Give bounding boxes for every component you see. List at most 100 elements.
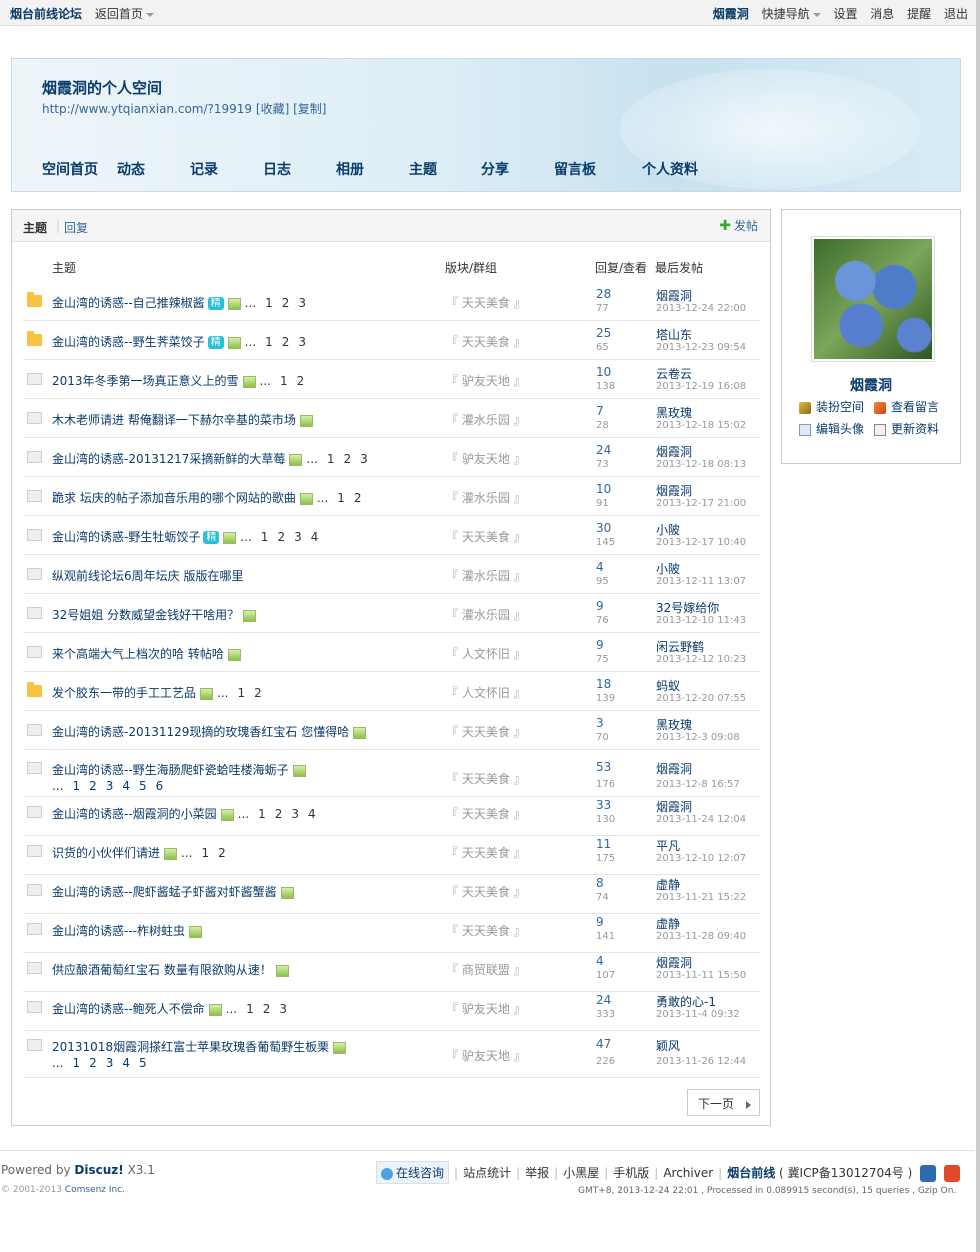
page-link[interactable]: 1 [265,335,273,349]
page-link[interactable]: 5 [139,1056,147,1070]
reply-count[interactable]: 9 [596,638,604,652]
tab-topics[interactable]: 主题 [23,219,47,236]
page-link[interactable]: 1 [258,807,266,821]
page-link[interactable]: 1 [72,1056,80,1070]
forum-link[interactable]: 『 天天美食 』 [446,770,526,787]
last-poster-link[interactable]: 平凡 [656,837,680,854]
reply-count[interactable]: 4 [596,560,604,574]
last-poster-link[interactable]: 烟霞洞 [656,760,692,777]
page-link[interactable]: 2 [282,296,290,310]
page-link[interactable]: 2 [282,335,290,349]
decorate-space-link[interactable]: 装扮空间 [799,398,864,415]
forum-link[interactable]: 『 人文怀旧 』 [446,645,526,662]
reply-count[interactable]: 28 [596,287,611,301]
reply-count[interactable]: 3 [596,716,604,730]
page-link[interactable]: ... [240,530,251,544]
forum-link[interactable]: 『 驴友天地 』 [446,450,526,467]
topic-link[interactable]: 金山湾的诱惑--野生荠菜饺子 [52,335,205,349]
last-post-time[interactable]: 2013-12-3 09:08 [656,732,740,743]
nav-topics[interactable]: 主题 [409,159,481,179]
reply-count[interactable]: 24 [596,993,611,1007]
last-poster-link[interactable]: 烟霞洞 [656,443,692,460]
topic-link[interactable]: 金山湾的诱惑--烟霞洞的小菜园 [52,807,217,821]
last-post-time[interactable]: 2013-12-17 21:00 [656,498,746,509]
page-link[interactable]: ... [52,779,63,793]
page-link[interactable]: 1 [246,1002,254,1016]
reply-count[interactable]: 24 [596,443,611,457]
back-home-link[interactable]: 返回首页 [95,7,154,21]
forum-link[interactable]: 『 灌水乐园 』 [446,411,526,428]
edit-avatar-link[interactable]: 编辑头像 [799,420,864,437]
update-profile-link[interactable]: 更新资料 [874,420,939,437]
view-messages-link[interactable]: 查看留言 [874,398,939,415]
page-link[interactable]: 3 [298,335,306,349]
forum-link[interactable]: 『 天天美食 』 [446,294,526,311]
space-title[interactable]: 烟霞洞的个人空间 [42,77,162,98]
avatar[interactable] [811,236,935,362]
last-poster-link[interactable]: 黑玫瑰 [656,404,692,421]
topic-link[interactable]: 纵观前线论坛6周年坛庆 版版在哪里 [52,569,243,583]
reminders-link[interactable]: 提醒 [907,7,931,21]
reply-count[interactable]: 8 [596,876,604,890]
last-poster-link[interactable]: 烟霞洞 [656,287,692,304]
topic-link[interactable]: 木木老师请进 帮俺翻译一下赫尔辛基的菜市场 [52,413,296,427]
last-post-time[interactable]: 2013-12-19 16:08 [656,381,746,392]
topic-link[interactable]: 来个高端大气上档次的哈 转帖哈 [52,647,224,661]
page-link[interactable]: 3 [360,452,368,466]
page-link[interactable]: ... [181,846,192,860]
page-link[interactable]: 3 [291,807,299,821]
last-poster-link[interactable]: 虚静 [656,876,680,893]
security-badge-icon[interactable] [920,1165,937,1182]
topic-link[interactable]: 跪求 坛庆的帖子添加音乐用的哪个网站的歌曲 [52,491,296,505]
forum-link[interactable]: 『 天天美食 』 [446,883,526,900]
logout-link[interactable]: 退出 [944,7,968,21]
space-url-link[interactable]: http://www.ytqianxian.com/?19919 [42,102,252,116]
page-link[interactable]: 3 [294,530,302,544]
page-link[interactable]: ... [217,686,228,700]
nav-activity[interactable]: 动态 [117,159,190,179]
last-poster-link[interactable]: 勇敢的心-1 [656,993,716,1010]
page-link[interactable]: 1 [237,686,245,700]
forum-link[interactable]: 『 驴友天地 』 [446,1000,526,1017]
last-poster-link[interactable]: 烟霞洞 [656,482,692,499]
page-link[interactable]: 2 [254,686,262,700]
profile-username[interactable]: 烟霞洞 [782,375,960,395]
new-post-button[interactable]: ✚ 发帖 [719,217,758,234]
forum-name-link[interactable]: 烟台前线论坛 [10,7,82,21]
last-post-time[interactable]: 2013-12-11 13:07 [656,576,746,587]
page-link[interactable]: 4 [308,807,316,821]
last-post-time[interactable]: 2013-12-24 22:00 [656,303,746,314]
nav-album[interactable]: 相册 [336,159,409,179]
last-post-time[interactable]: 2013-12-10 12:07 [656,853,746,864]
nav-share[interactable]: 分享 [481,159,554,179]
reply-count[interactable]: 53 [596,760,611,774]
topic-link[interactable]: 金山湾的诱惑--鲍死人不偿命 [52,1002,205,1016]
favorite-link[interactable]: [收藏] [256,102,289,116]
page-link[interactable]: 2 [297,374,305,388]
last-poster-link[interactable]: 小陂 [656,521,680,538]
last-poster-link[interactable]: 虚静 [656,915,680,932]
last-post-time[interactable]: 2013-11-26 12:44 [656,1056,746,1067]
mobile-link[interactable]: 手机版 [613,1166,649,1180]
page-link[interactable]: 2 [263,1002,271,1016]
forum-link[interactable]: 『 商贸联盟 』 [446,961,526,978]
nav-records[interactable]: 记录 [190,159,263,179]
reply-count[interactable]: 11 [596,837,611,851]
last-poster-link[interactable]: 闲云野鹤 [656,638,704,655]
quick-nav-menu[interactable]: 快捷导航 [762,7,821,21]
page-link[interactable]: 1 [201,846,209,860]
reply-count[interactable]: 4 [596,954,604,968]
reply-count[interactable]: 9 [596,599,604,613]
reply-count[interactable]: 18 [596,677,611,691]
last-poster-link[interactable]: 32号嫁给你 [656,599,719,616]
last-poster-link[interactable]: 颖风 [656,1037,680,1054]
page-link[interactable]: 2 [89,779,97,793]
messages-link[interactable]: 消息 [870,7,894,21]
page-link[interactable]: 3 [106,779,114,793]
page-link[interactable]: 1 [337,491,345,505]
topic-link[interactable]: 20131018烟霞洞搽红富士苹果玫瑰香葡萄野生板栗 [52,1040,329,1054]
last-post-time[interactable]: 2013-12-18 08:13 [656,459,746,470]
topic-link[interactable]: 金山湾的诱惑--爬虾酱蜢子虾酱对虾酱蟹酱 [52,885,277,899]
page-link[interactable]: 2 [89,1056,97,1070]
reply-count[interactable]: 7 [596,404,604,418]
